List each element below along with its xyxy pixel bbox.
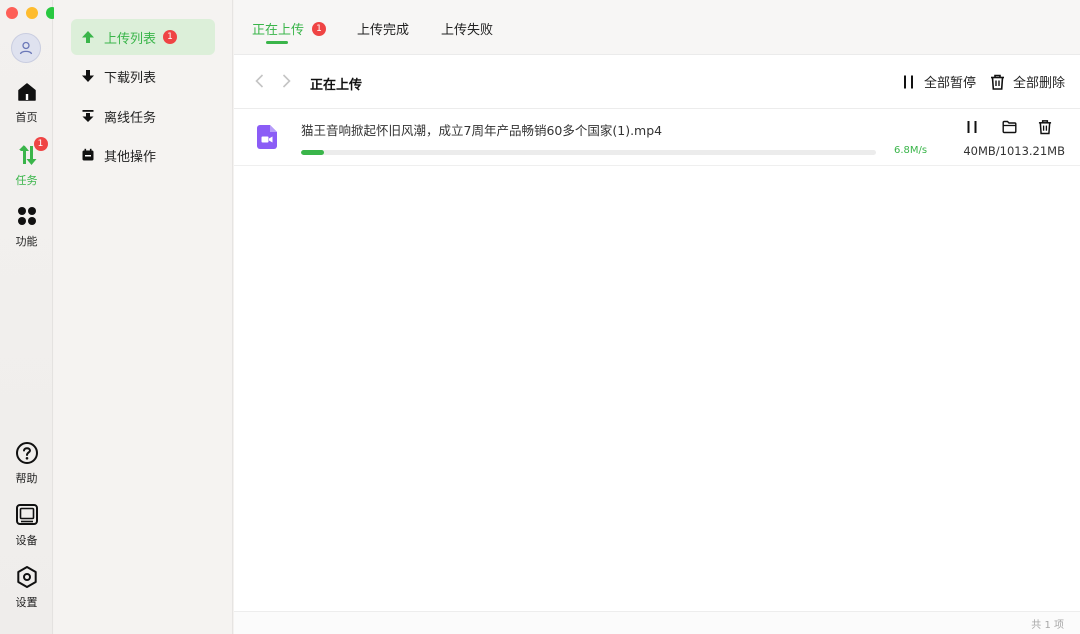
rail-item-features[interactable]: 功能	[0, 203, 53, 249]
home-icon	[14, 79, 40, 105]
download-arrow-icon	[81, 69, 95, 83]
rail-item-label: 首页	[15, 111, 38, 124]
delete-upload-button[interactable]	[1036, 118, 1054, 136]
rail-item-home[interactable]: 首页	[0, 79, 53, 125]
tab-label: 上传完成	[357, 23, 410, 38]
delete-all-label: 全部删除	[1013, 76, 1066, 91]
toolbar: 正在上传 全部暂停 全部删除	[234, 55, 1080, 109]
rail-item-label: 任务	[15, 174, 38, 187]
video-file-icon	[257, 125, 277, 149]
tab-bar: 正在上传 1 上传完成 上传失败	[234, 0, 1080, 55]
sidebar-item-download-list[interactable]: 下载列表	[71, 58, 215, 94]
trash-icon	[991, 74, 1004, 90]
upload-progress-bar	[301, 150, 876, 155]
rail-item-help[interactable]: 帮助	[0, 440, 53, 486]
rail-item-label: 帮助	[15, 472, 38, 485]
sidebar-item-offline-tasks[interactable]: 离线任务	[71, 98, 215, 134]
main-panel: 正在上传 1 上传完成 上传失败 正在上传 全部暂停 全部删除 猫王音响掀起怀旧…	[234, 0, 1080, 634]
help-icon	[14, 440, 40, 466]
sidebar-item-label: 下载列表	[104, 70, 157, 86]
sidebar-item-other-actions[interactable]: 其他操作	[71, 137, 215, 173]
upload-arrow-icon	[81, 30, 95, 44]
transfer-icon: 1	[14, 137, 48, 168]
rail-item-label: 设置	[15, 596, 38, 609]
uploading-badge: 1	[312, 21, 327, 36]
item-count: 共 1 项	[1031, 620, 1064, 631]
minimize-window-button[interactable]	[26, 7, 38, 19]
sidebar-item-label: 其他操作	[104, 149, 157, 165]
status-footer: 共 1 项	[234, 611, 1080, 634]
rail-item-settings[interactable]: 设置	[0, 564, 53, 610]
calendar-icon	[81, 148, 95, 162]
sidebar-item-upload-list[interactable]: 上传列表 1	[71, 19, 215, 55]
pause-icon	[904, 75, 913, 88]
rail-item-label: 功能	[15, 235, 38, 248]
left-rail: 首页 1 任务 功能 帮助 设备 设置	[0, 0, 58, 634]
tab-upload-complete[interactable]: 上传完成	[357, 19, 409, 38]
window-controls	[6, 7, 58, 19]
pause-icon	[967, 121, 977, 133]
pause-upload-button[interactable]	[963, 118, 981, 136]
device-icon	[14, 502, 40, 528]
tab-upload-failed[interactable]: 上传失败	[441, 19, 493, 38]
folder-icon	[1002, 120, 1016, 134]
active-tab-indicator	[266, 41, 288, 44]
rail-item-tasks[interactable]: 1 任务	[0, 137, 53, 188]
pause-all-button[interactable]: 全部暂停	[902, 72, 976, 91]
avatar[interactable]	[11, 33, 41, 63]
upload-row[interactable]: 猫王音响掀起怀旧风潮，成立7周年产品畅销60多个国家(1).mp4 6.8M/s…	[234, 110, 1080, 166]
settings-icon	[14, 564, 40, 590]
close-window-button[interactable]	[6, 7, 18, 19]
tasks-badge: 1	[33, 137, 48, 151]
delete-all-button[interactable]: 全部删除	[990, 72, 1065, 91]
transfer-sidebar: 上传列表 1 下载列表 离线任务 其他操作	[54, 0, 233, 634]
trash-icon	[1038, 120, 1052, 135]
upload-list-badge: 1	[163, 30, 178, 44]
back-button[interactable]	[252, 73, 268, 89]
grid-icon	[14, 203, 40, 229]
tab-label: 正在上传	[252, 23, 305, 38]
chevron-left-icon	[255, 74, 264, 88]
rail-item-device[interactable]: 设备	[0, 502, 53, 548]
rail-item-label: 设备	[15, 534, 38, 547]
open-folder-button[interactable]	[1000, 118, 1018, 136]
forward-button[interactable]	[278, 73, 294, 89]
chevron-right-icon	[282, 74, 291, 88]
pause-all-label: 全部暂停	[924, 76, 977, 91]
tab-uploading[interactable]: 正在上传 1	[252, 19, 327, 38]
upload-size: 40MB/1013.21MB	[963, 144, 1065, 158]
user-icon	[19, 41, 33, 55]
page-title: 正在上传	[310, 78, 363, 93]
upload-progress-fill	[301, 150, 324, 155]
offline-download-icon	[81, 109, 95, 123]
sidebar-item-label: 上传列表	[104, 31, 157, 47]
file-name: 猫王音响掀起怀旧风潮，成立7周年产品畅销60多个国家(1).mp4	[301, 123, 663, 138]
upload-speed: 6.8M/s	[894, 145, 928, 156]
sidebar-item-label: 离线任务	[104, 110, 157, 126]
app-window: 首页 1 任务 功能 帮助 设备 设置 上传列表 1 下载列表 离线任务 其他操…	[0, 0, 1080, 634]
tab-label: 上传失败	[441, 23, 494, 38]
